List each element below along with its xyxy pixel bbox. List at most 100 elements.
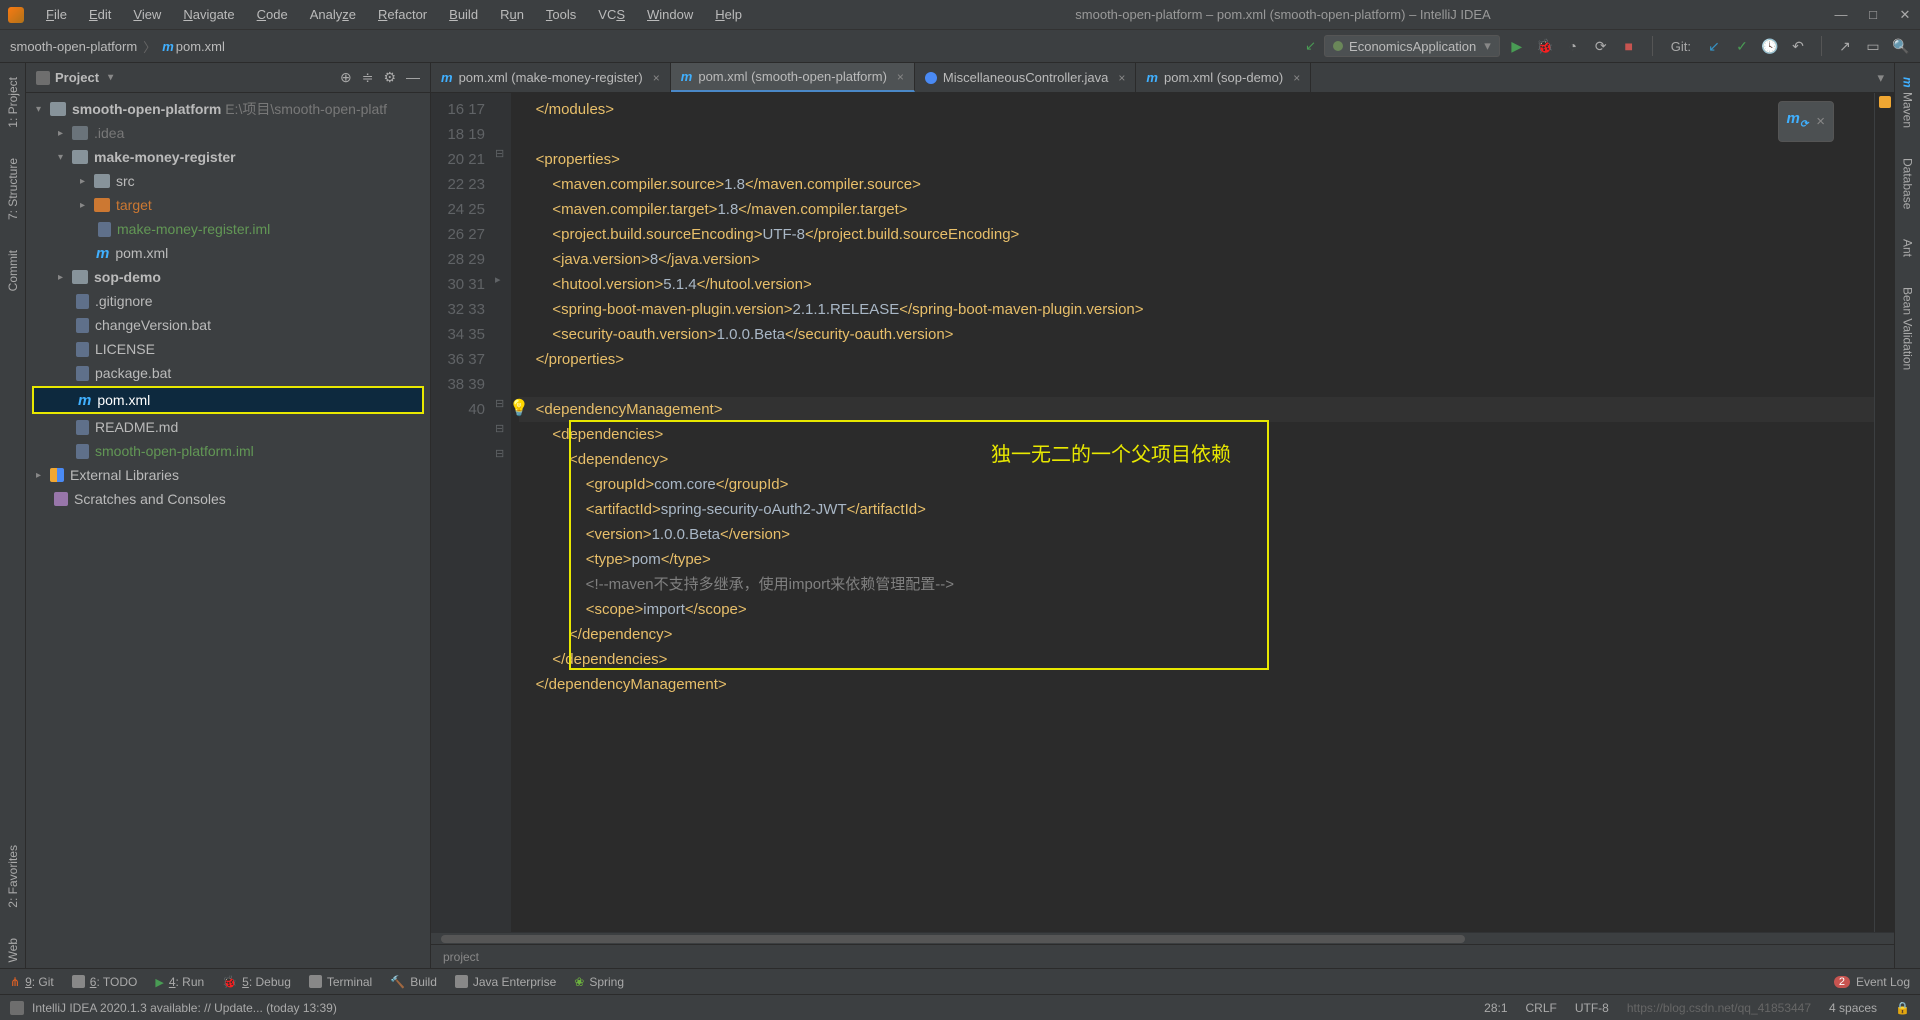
stripe-project[interactable]: 1: Project xyxy=(4,71,22,134)
minimize-icon[interactable]: — xyxy=(1834,8,1848,22)
tree-target[interactable]: target xyxy=(26,193,430,217)
coverage-icon[interactable]: ◔ xyxy=(1564,37,1582,55)
tool-terminal[interactable]: Terminal xyxy=(309,975,372,989)
settings-gear-icon[interactable]: ⚙ xyxy=(383,69,396,86)
status-caret-pos[interactable]: 28:1 xyxy=(1484,1001,1507,1015)
tree-sop[interactable]: sop-demo xyxy=(26,265,430,289)
tool-jee[interactable]: Java Enterprise xyxy=(455,975,556,989)
menu-navigate[interactable]: Navigate xyxy=(173,4,244,25)
menu-edit[interactable]: Edit xyxy=(79,4,121,25)
tab-pom-sopdemo[interactable]: mpom.xml (sop-demo)× xyxy=(1136,63,1311,92)
tree-readme[interactable]: README.md xyxy=(26,415,430,439)
breadcrumb-project[interactable]: smooth-open-platform xyxy=(10,39,137,54)
menu-analyze[interactable]: Analyze xyxy=(300,4,366,25)
floating-maven-toolbar[interactable]: m⟳× xyxy=(1778,101,1835,142)
debug-icon[interactable]: 🐞 xyxy=(1536,37,1554,55)
tree-changeversion[interactable]: changeVersion.bat xyxy=(26,313,430,337)
tool-git[interactable]: ⋔9: Git xyxy=(10,975,54,989)
stripe-maven[interactable]: mMaven xyxy=(1899,71,1917,134)
tree-scratches[interactable]: Scratches and Consoles xyxy=(26,487,430,511)
git-update-icon[interactable]: ↙ xyxy=(1705,37,1723,55)
menu-refactor[interactable]: Refactor xyxy=(368,4,437,25)
profile-icon[interactable]: ⟳ xyxy=(1592,37,1610,55)
stop-icon[interactable]: ■ xyxy=(1620,37,1638,55)
menu-window[interactable]: Window xyxy=(637,4,703,25)
stripe-structure[interactable]: 7: Structure xyxy=(4,152,22,226)
tree-mmr-pom[interactable]: mpom.xml xyxy=(26,241,430,265)
tree-mmr-iml[interactable]: make-money-register.iml xyxy=(26,217,430,241)
hide-panel-icon[interactable]: — xyxy=(406,69,420,86)
expand-all-icon[interactable]: ≑ xyxy=(362,69,374,86)
close-icon[interactable]: ✕ xyxy=(1898,8,1912,22)
run-icon[interactable]: ▶ xyxy=(1508,37,1526,55)
tool-event-log[interactable]: Event Log xyxy=(1856,975,1910,989)
build-hammer-icon[interactable]: ↙ xyxy=(1305,38,1316,54)
tool-build[interactable]: 🔨Build xyxy=(390,975,437,989)
tabs-more-icon[interactable]: ▾ xyxy=(1867,63,1894,92)
tree-root[interactable]: smooth-open-platform E:\项目\smooth-open-p… xyxy=(26,97,430,121)
close-tab-icon[interactable]: × xyxy=(653,71,660,85)
tree-license[interactable]: LICENSE xyxy=(26,337,430,361)
code-editor[interactable]: 16 17 18 19 20 21 22 23 24 25 26 27 28 2… xyxy=(431,93,1894,932)
stripe-web[interactable]: Web xyxy=(4,932,22,968)
status-indent[interactable]: 4 spaces xyxy=(1829,1001,1877,1015)
menu-view[interactable]: View xyxy=(123,4,171,25)
tab-pom-sop[interactable]: mpom.xml (smooth-open-platform)× xyxy=(671,63,915,92)
tree-root-pom[interactable]: mpom.xml xyxy=(34,388,422,412)
status-encoding[interactable]: UTF-8 xyxy=(1575,1001,1609,1015)
close-tab-icon[interactable]: × xyxy=(897,70,904,84)
search-everywhere-icon[interactable]: 🔍 xyxy=(1892,37,1910,55)
close-tab-icon[interactable]: × xyxy=(1118,71,1125,85)
close-tab-icon[interactable]: × xyxy=(1293,71,1300,85)
tool-todo[interactable]: 6: TODO xyxy=(72,975,138,989)
error-stripe[interactable] xyxy=(1874,93,1894,932)
tool-run[interactable]: 4: Run xyxy=(155,975,204,989)
tree-package[interactable]: package.bat xyxy=(26,361,430,385)
tree-idea[interactable]: .idea xyxy=(26,121,430,145)
tree-gitignore[interactable]: .gitignore xyxy=(26,289,430,313)
stripe-bean-validation[interactable]: Bean Validation xyxy=(1899,281,1917,376)
open-in-icon[interactable]: ↗ xyxy=(1836,37,1854,55)
git-commit-icon[interactable]: ✓ xyxy=(1733,37,1751,55)
tree-root-iml[interactable]: smooth-open-platform.iml xyxy=(26,439,430,463)
project-tree[interactable]: smooth-open-platform E:\项目\smooth-open-p… xyxy=(26,93,430,968)
project-view-selector[interactable]: Project▾ xyxy=(36,70,113,85)
fold-gutter[interactable]: ⊟ ▸ ⊟ ⊟ ⊟ xyxy=(493,93,511,932)
status-line-sep[interactable]: CRLF xyxy=(1526,1001,1557,1015)
git-label: Git: xyxy=(1671,39,1691,54)
tab-pom-mmr[interactable]: mpom.xml (make-money-register)× xyxy=(431,63,671,92)
tree-external-libs[interactable]: External Libraries xyxy=(26,463,430,487)
menu-run[interactable]: Run xyxy=(490,4,534,25)
readonly-lock-icon[interactable]: 🔒 xyxy=(1895,1001,1910,1015)
window-title: smooth-open-platform – pom.xml (smooth-o… xyxy=(752,7,1814,22)
menu-help[interactable]: Help xyxy=(705,4,752,25)
maximize-icon[interactable]: □ xyxy=(1866,8,1880,22)
menu-build[interactable]: Build xyxy=(439,4,488,25)
stripe-favorites[interactable]: 2: Favorites xyxy=(4,839,22,914)
menu-code[interactable]: Code xyxy=(247,4,298,25)
status-message[interactable]: IntelliJ IDEA 2020.1.3 available: // Upd… xyxy=(32,1001,337,1015)
code-content[interactable]: </modules> <properties> <maven.compiler.… xyxy=(511,93,1874,932)
menu-vcs[interactable]: VCS xyxy=(588,4,635,25)
git-rollback-icon[interactable]: ↶ xyxy=(1789,37,1807,55)
stripe-commit[interactable]: Commit xyxy=(4,244,22,297)
tree-src[interactable]: src xyxy=(26,169,430,193)
tree-mmr[interactable]: make-money-register xyxy=(26,145,430,169)
editor-breadcrumb[interactable]: project xyxy=(431,944,1894,968)
tab-misc-controller[interactable]: MiscellaneousController.java× xyxy=(915,63,1137,92)
horizontal-scrollbar[interactable] xyxy=(431,932,1894,944)
select-opened-file-icon[interactable]: ⊕ xyxy=(340,69,352,86)
menu-file[interactable]: File xyxy=(36,4,77,25)
tool-debug[interactable]: 🐞5: Debug xyxy=(222,975,291,989)
menu-tools[interactable]: Tools xyxy=(536,4,586,25)
breadcrumb-file[interactable]: mpom.xml xyxy=(162,39,225,54)
stripe-ant[interactable]: Ant xyxy=(1899,233,1917,263)
run-config-selector[interactable]: EconomicsApplication▾ xyxy=(1324,35,1500,57)
intention-bulb-icon[interactable]: 💡 xyxy=(511,396,529,421)
watermark-text: https://blog.csdn.net/qq_41853447 xyxy=(1627,1001,1811,1015)
ide-settings-icon[interactable]: ▭ xyxy=(1864,37,1882,55)
git-history-icon[interactable]: 🕓 xyxy=(1761,37,1779,55)
stripe-database[interactable]: Database xyxy=(1899,152,1917,215)
tool-spring[interactable]: ❀Spring xyxy=(574,975,624,989)
tool-windows-icon[interactable] xyxy=(10,1001,24,1015)
